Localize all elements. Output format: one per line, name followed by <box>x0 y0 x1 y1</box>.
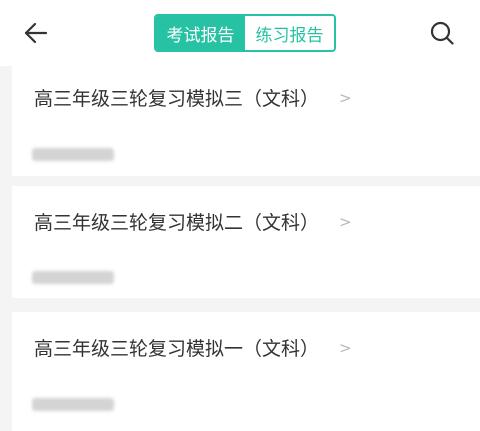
top-bar: 考试报告 练习报告 <box>0 0 480 66</box>
report-title: 高三年级三轮复习模拟三（文科） <box>34 88 320 110</box>
report-card[interactable]: 高三年级三轮复习模拟三（文科） > <box>12 66 480 176</box>
tab-exam-report[interactable]: 考试报告 <box>156 16 245 50</box>
report-card[interactable]: 高三年级三轮复习模拟一（文科） > <box>12 312 480 431</box>
report-type-switch: 考试报告 练习报告 <box>154 14 336 52</box>
arrow-left-icon <box>24 22 48 44</box>
report-title: 高三年级三轮复习模拟一（文科） <box>34 338 320 360</box>
report-title: 高三年级三轮复习模拟二（文科） <box>34 212 320 234</box>
report-title-row: 高三年级三轮复习模拟二（文科） > <box>34 208 352 235</box>
tab-practice-report[interactable]: 练习报告 <box>245 16 334 50</box>
back-button[interactable] <box>18 15 54 51</box>
report-card[interactable]: 高三年级三轮复习模拟二（文科） > <box>12 186 480 298</box>
search-icon <box>430 21 454 45</box>
chevron-right-icon: > <box>339 338 352 357</box>
chevron-right-icon: > <box>339 88 352 107</box>
report-title-row: 高三年级三轮复习模拟三（文科） > <box>34 84 352 111</box>
redacted-date <box>32 398 114 411</box>
chevron-right-icon: > <box>339 212 352 231</box>
search-button[interactable] <box>424 15 460 51</box>
report-title-row: 高三年级三轮复习模拟一（文科） > <box>34 334 352 361</box>
redacted-date <box>32 148 114 161</box>
redacted-date <box>32 271 114 284</box>
